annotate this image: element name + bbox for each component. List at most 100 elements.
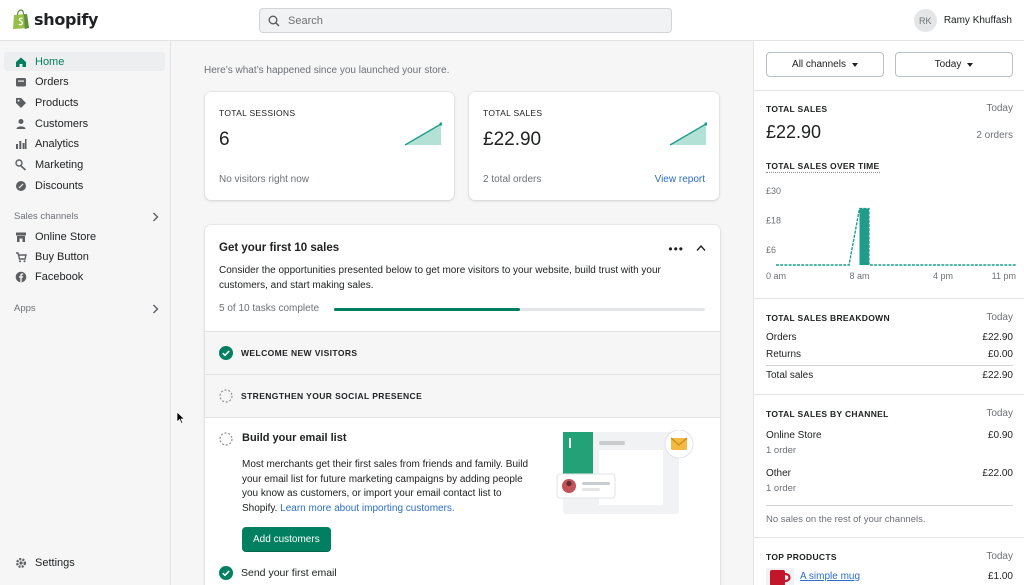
home-icon [16, 57, 26, 67]
sales-over-time-chart: £30 £18 £6 0 am 8 am 4 pm 11 pm [766, 186, 1016, 281]
chevron-up-icon[interactable] [696, 244, 706, 252]
breakdown-row: Returns £0.00 [766, 349, 1013, 360]
search-icon [268, 15, 280, 27]
total-sales-value: £22.90 [766, 122, 822, 142]
breakdown-name: Total sales [766, 370, 814, 381]
top-products-section: TOP PRODUCTS Today A simple mug £1.00 [754, 537, 1024, 585]
dashed-circle-icon [219, 389, 233, 403]
sales-series-line [776, 207, 1016, 266]
product-link[interactable]: A simple mug [800, 571, 860, 582]
sidebar-item-facebook[interactable]: Facebook [4, 267, 165, 286]
channels-dropdown[interactable]: All channels [766, 52, 884, 77]
channel-value: £0.90 [987, 430, 1013, 441]
chevron-right-icon[interactable] [152, 304, 159, 314]
user-name: Ramy Khuffash [943, 15, 1012, 26]
check-circle-icon [219, 566, 233, 580]
sidebar-item-online-store[interactable]: Online Store [4, 227, 165, 246]
tasks-progress-bar [334, 308, 705, 311]
first-sales-card: Get your first 10 sales ••• Consider the… [205, 225, 720, 585]
view-report-link[interactable]: View report [655, 174, 705, 185]
sidebar-item-orders[interactable]: Orders [4, 72, 165, 91]
channel-row: Online Store £0.90 [766, 430, 1013, 441]
sidebar-item-label: Home [35, 55, 65, 68]
sessions-foot: No visitors right now [219, 174, 310, 185]
page-intro: Here’s what’s happened since you launche… [204, 65, 450, 76]
product-value: £1.00 [987, 571, 1013, 582]
megaphone-icon [15, 158, 27, 171]
sidebar-item-marketing[interactable]: Marketing [4, 155, 165, 174]
top-products-period: Today [986, 551, 1013, 562]
person-icon [16, 118, 26, 129]
sales-value: £22.90 [483, 129, 542, 150]
gear-icon [16, 557, 26, 568]
total-sales-section: TOTAL SALES Today £22.90 2 orders TOTAL … [754, 90, 1024, 298]
sidebar-item-buy-button[interactable]: Buy Button [4, 247, 165, 266]
sales-sparkline [669, 122, 707, 146]
apps-section[interactable]: Apps [14, 303, 159, 314]
total-sales-card: TOTAL SALES £22.90 2 total orders View r… [469, 92, 719, 200]
task-strengthen-social-presence[interactable]: STRENGTHEN YOUR SOCIAL PRESENCE [205, 374, 720, 417]
sales-channels-section[interactable]: Sales channels [14, 211, 159, 222]
learn-more-link[interactable]: Learn more about importing customers. [280, 503, 455, 514]
sidebar-item-label: Marketing [35, 158, 84, 171]
breakdown-period: Today [986, 312, 1013, 323]
sidebar-item-settings[interactable]: Settings [4, 553, 165, 572]
search-input[interactable] [288, 14, 648, 27]
shopify-bag-icon [13, 9, 29, 29]
sidebar-item-label: Analytics [35, 137, 80, 150]
channel-orders: 1 order [766, 483, 797, 494]
sidebar-item-discounts[interactable]: Discounts [4, 176, 165, 195]
tasks-title: Get your first 10 sales [219, 242, 340, 254]
sidebar-item-products[interactable]: Products [4, 93, 165, 112]
breakdown-name: Returns [766, 349, 802, 360]
channel-orders: 1 order [766, 445, 797, 456]
tasks-description: Consider the opportunities presented bel… [219, 265, 661, 291]
date-dropdown-label: Today [934, 59, 962, 70]
top-products-heading: TOP PRODUCTS [766, 552, 837, 562]
channel-name: Online Store [766, 430, 822, 441]
facebook-icon [15, 271, 27, 282]
breakdown-value: £22.90 [982, 370, 1013, 381]
date-dropdown[interactable]: Today [895, 52, 1013, 77]
breakdown-value: £0.00 [987, 349, 1013, 360]
sidebar-item-label: Customers [35, 117, 89, 130]
avatar: RK [913, 9, 937, 32]
add-customers-button[interactable]: Add customers [242, 527, 331, 552]
task-send-first-email[interactable]: Send your first email [219, 566, 337, 580]
by-channel-period: Today [986, 408, 1013, 419]
x-tick-label: 4 pm [933, 271, 953, 281]
right-panel: All channels Today TOTAL SALES Today £22… [753, 41, 1024, 585]
sidebar-item-analytics[interactable]: Analytics [4, 134, 165, 153]
buy-button-icon [16, 251, 27, 262]
task-label: STRENGTHEN YOUR SOCIAL PRESENCE [241, 391, 423, 401]
shopify-logo[interactable]: shopify [12, 9, 98, 30]
top-bar: shopify RK Ramy Khuffash [0, 0, 1024, 41]
more-actions-button[interactable]: ••• [668, 242, 684, 256]
sidebar: Home Orders Products Customers Analytics… [0, 41, 171, 585]
task-label: WELCOME NEW VISITORS [241, 348, 358, 358]
sidebar-item-customers[interactable]: Customers [4, 114, 165, 133]
sidebar-item-label: Orders [35, 75, 69, 88]
sales-foot: 2 total orders [483, 174, 542, 185]
user-menu[interactable]: RK Ramy Khuffash [913, 9, 1012, 32]
x-tick-label: 11 pm [992, 271, 1016, 281]
chevron-right-icon[interactable] [152, 212, 159, 222]
by-channel-heading: TOTAL SALES BY CHANNEL [766, 409, 889, 419]
discount-icon [16, 180, 26, 191]
channels-dropdown-label: All channels [792, 59, 846, 70]
tag-icon [16, 97, 26, 108]
task-next-label: Send your first email [241, 567, 337, 579]
task-welcome-new-visitors[interactable]: WELCOME NEW VISITORS [205, 331, 720, 374]
x-tick-label: 0 am [766, 271, 786, 281]
sales-label: TOTAL SALES [483, 108, 543, 118]
sidebar-item-home[interactable]: Home [4, 52, 165, 71]
mouse-cursor-icon [176, 411, 185, 424]
channel-value: £22.00 [982, 468, 1013, 479]
mug-thumbnail [766, 568, 794, 585]
search-bar[interactable] [259, 8, 672, 33]
channel-name: Other [766, 468, 792, 479]
breakdown-row: Orders £22.90 [766, 332, 1013, 343]
email-list-illustration [556, 430, 694, 514]
task-open-title: Build your email list [242, 432, 347, 444]
divider [766, 505, 1013, 506]
